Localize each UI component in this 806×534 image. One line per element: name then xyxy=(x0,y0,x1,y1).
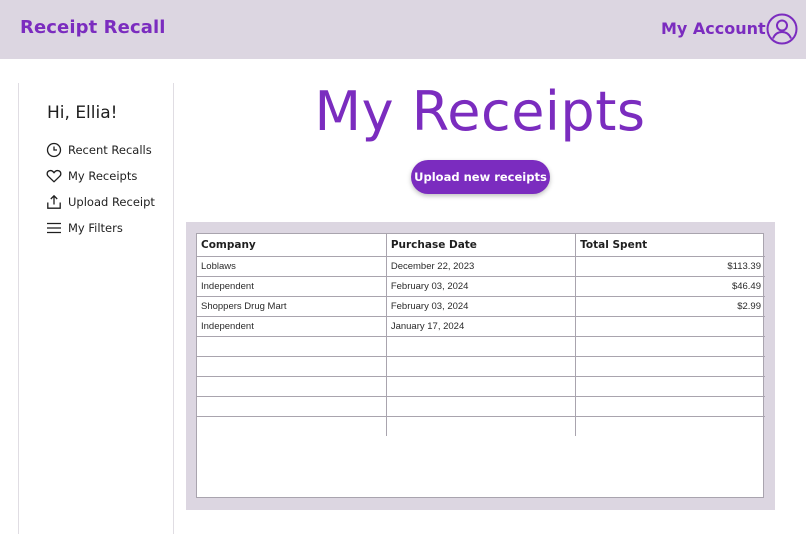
receipts-table-panel: Company Purchase Date Total Spent Loblaw… xyxy=(186,222,775,510)
company-cell xyxy=(197,336,387,357)
total-cell xyxy=(575,396,765,417)
app-brand[interactable]: Receipt Recall xyxy=(20,17,166,38)
company-cell: Shoppers Drug Mart xyxy=(197,296,387,317)
total-cell xyxy=(575,376,765,397)
date-cell: December 22, 2023 xyxy=(386,256,577,277)
user-avatar-icon[interactable] xyxy=(766,13,798,45)
date-cell: February 03, 2024 xyxy=(386,276,577,297)
table-row[interactable] xyxy=(197,376,765,397)
date-cell: February 03, 2024 xyxy=(386,296,577,317)
company-cell: Independent xyxy=(197,276,387,297)
total-cell: $113.39 xyxy=(575,256,765,277)
date-cell xyxy=(386,376,577,397)
date-cell xyxy=(386,396,577,417)
total-cell: $46.49 xyxy=(575,276,765,297)
column-header-company[interactable]: Company xyxy=(197,234,387,257)
heart-icon xyxy=(46,168,62,184)
date-cell xyxy=(386,356,577,377)
table-header-row: Company Purchase Date Total Spent xyxy=(197,234,765,257)
upload-new-receipts-button[interactable]: Upload new receipts xyxy=(411,160,550,194)
table-row[interactable] xyxy=(197,396,765,417)
table-row[interactable]: Independent February 03, 2024 $46.49 xyxy=(197,276,765,297)
table-row[interactable]: Shoppers Drug Mart February 03, 2024 $2.… xyxy=(197,296,765,317)
total-cell xyxy=(576,416,765,436)
receipts-table: Company Purchase Date Total Spent Loblaw… xyxy=(197,234,765,436)
company-cell xyxy=(197,356,387,377)
table-row[interactable]: Independent January 17, 2024 xyxy=(197,316,765,337)
company-cell: Independent xyxy=(197,316,387,337)
date-cell: January 17, 2024 xyxy=(386,316,577,337)
company-cell: Loblaws xyxy=(197,256,387,277)
total-cell xyxy=(575,356,765,377)
clock-icon xyxy=(46,142,62,158)
column-header-purchase-date[interactable]: Purchase Date xyxy=(386,234,577,257)
column-header-total-spent[interactable]: Total Spent xyxy=(575,234,765,257)
date-cell xyxy=(386,416,577,436)
sidebar-item-label: Upload Receipt xyxy=(68,195,155,209)
sidebar-item-label: Recent Recalls xyxy=(68,143,152,157)
table-row[interactable]: Loblaws December 22, 2023 $113.39 xyxy=(197,256,765,277)
date-cell xyxy=(386,336,577,357)
upload-icon xyxy=(46,194,62,210)
sidebar: Hi, Ellia! Recent Recalls My Receipts Up… xyxy=(18,83,174,534)
company-cell xyxy=(197,396,387,417)
sidebar-item-upload-receipt[interactable]: Upload Receipt xyxy=(46,192,155,212)
company-cell xyxy=(197,376,387,397)
sidebar-item-my-filters[interactable]: My Filters xyxy=(46,218,123,238)
greeting: Hi, Ellia! xyxy=(47,103,118,123)
total-cell xyxy=(575,316,765,337)
menu-icon xyxy=(46,220,62,236)
page-title: My Receipts xyxy=(314,80,646,143)
company-cell xyxy=(197,416,387,436)
receipts-table-container: Company Purchase Date Total Spent Loblaw… xyxy=(196,233,765,498)
table-row[interactable] xyxy=(197,336,765,357)
table-row[interactable] xyxy=(197,416,765,436)
sidebar-item-my-receipts[interactable]: My Receipts xyxy=(46,166,137,186)
sidebar-item-label: My Filters xyxy=(68,221,123,235)
sidebar-item-recent-recalls[interactable]: Recent Recalls xyxy=(46,140,152,160)
total-cell: $2.99 xyxy=(575,296,765,317)
sidebar-item-label: My Receipts xyxy=(68,169,138,183)
my-account-link[interactable]: My Account xyxy=(661,19,766,38)
table-row[interactable] xyxy=(197,356,765,377)
top-bar: Receipt Recall My Account xyxy=(0,0,806,59)
total-cell xyxy=(575,336,765,357)
